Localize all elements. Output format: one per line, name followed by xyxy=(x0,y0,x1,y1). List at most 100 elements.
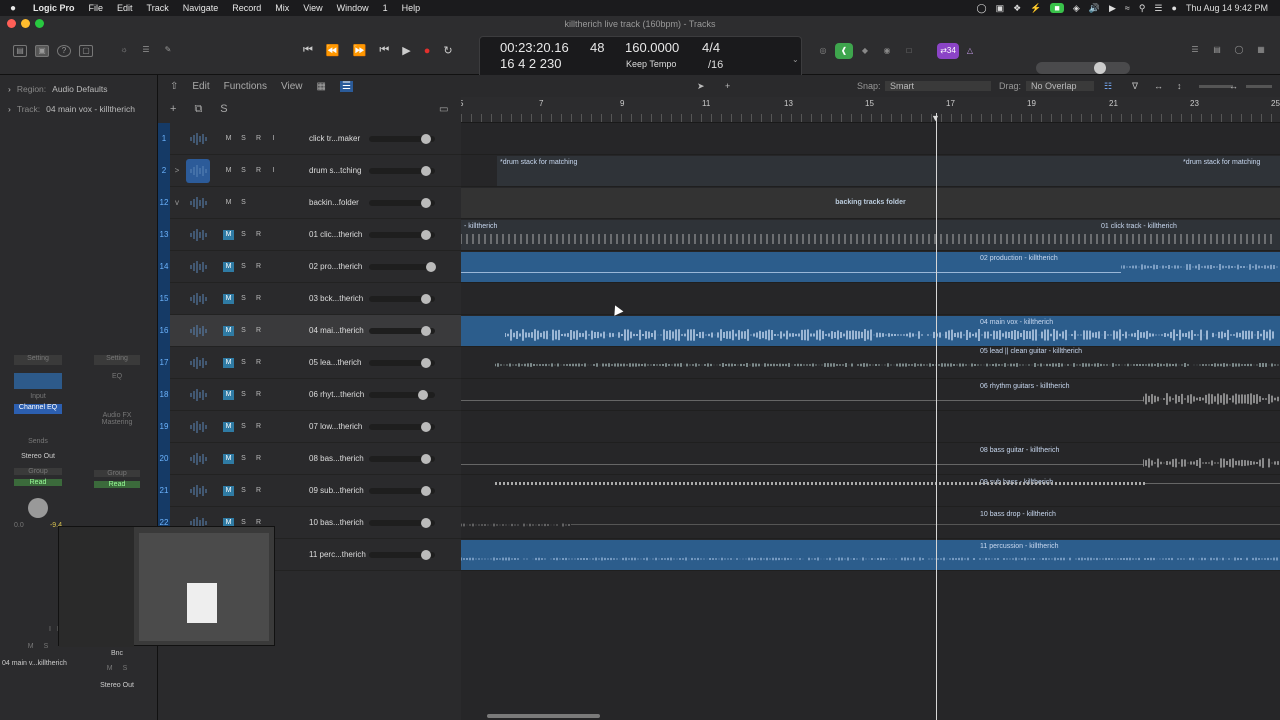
functions-menu[interactable]: Functions xyxy=(224,81,267,92)
menu-record[interactable]: Record xyxy=(225,3,268,13)
eq-thumbnail[interactable] xyxy=(14,373,62,389)
slider-knob[interactable] xyxy=(421,518,431,528)
mute-button[interactable]: M xyxy=(223,485,234,496)
track-name[interactable]: 05 lea...therich xyxy=(309,358,377,367)
output-slot[interactable]: Stereo Out xyxy=(14,453,62,460)
up-arrow-icon[interactable]: ⇧ xyxy=(170,81,178,92)
horizontal-zoom-icon[interactable]: ↔ xyxy=(1229,81,1238,91)
track-row[interactable]: 2 > M S R Idrum s...tching xyxy=(158,154,461,187)
library-icon[interactable]: ▤ xyxy=(13,45,27,57)
audio-region[interactable]: 04 main vox - killtherich xyxy=(461,316,1280,346)
secondary-tool-icon[interactable]: + xyxy=(725,81,730,91)
track-name[interactable]: 08 bas...therich xyxy=(309,454,377,463)
bounce-button[interactable]: Bnc xyxy=(94,650,140,657)
track-lane[interactable] xyxy=(461,283,1280,315)
track-lane[interactable]: *drum stack for matching *drum stack for … xyxy=(461,155,1280,187)
track-lane[interactable]: 11 percussion - killtherich xyxy=(461,539,1280,571)
help-icon[interactable]: ? xyxy=(57,45,71,57)
editors-icon[interactable]: ✎ xyxy=(161,45,175,57)
record-icon[interactable]: ● xyxy=(424,45,431,57)
track-name[interactable]: 09 sub...therich xyxy=(309,486,377,495)
rewind-icon[interactable]: ⏪ xyxy=(326,44,340,57)
volume-slider[interactable] xyxy=(369,550,435,560)
solo-button[interactable]: S xyxy=(238,326,249,336)
volume-slider[interactable] xyxy=(369,166,435,176)
input-monitor-button[interactable]: I xyxy=(49,626,51,633)
record-enable-button[interactable]: R xyxy=(253,454,264,464)
chevron-right-icon[interactable]: › xyxy=(8,104,11,114)
track-row[interactable]: 21 M S R 09 sub...therich xyxy=(158,474,461,507)
slider-knob[interactable] xyxy=(418,390,428,400)
track-row[interactable]: 16 M S R 04 mai...therich xyxy=(158,314,461,347)
cycle-icon[interactable]: ↻ xyxy=(443,44,452,57)
audio-region[interactable]: *drum stack for matching *drum stack for … xyxy=(497,156,1280,186)
volume-slider[interactable] xyxy=(369,518,435,528)
input-monitor-button[interactable]: I xyxy=(268,166,279,176)
group-slot[interactable]: Group xyxy=(94,470,140,477)
volume-slider[interactable] xyxy=(369,422,435,432)
volume-slider[interactable] xyxy=(369,454,435,464)
volume-slider[interactable] xyxy=(369,486,435,496)
track-row[interactable]: 17 M S R 05 lea...therich xyxy=(158,346,461,379)
solo-button[interactable]: S xyxy=(238,198,249,208)
mute-button[interactable]: M xyxy=(107,665,113,672)
track-lane[interactable]: 10 bass drop - killtherich xyxy=(461,507,1280,539)
status-icon[interactable]: ▣ xyxy=(996,3,1005,14)
status-icon[interactable]: ⚡ xyxy=(1030,3,1041,14)
count-in-icon[interactable]: ◉ xyxy=(880,43,894,59)
track-name[interactable]: 01 clic...therich xyxy=(309,230,377,239)
horizontal-zoom-slider[interactable] xyxy=(1246,85,1272,88)
setting-button[interactable]: Setting xyxy=(14,355,62,365)
mute-button[interactable]: M xyxy=(223,357,234,368)
mute-button[interactable]: M xyxy=(223,325,234,336)
solo-button[interactable]: S xyxy=(238,262,249,272)
chevron-down-icon[interactable]: ⌄ xyxy=(792,55,799,64)
menu-navigate[interactable]: Navigate xyxy=(176,3,226,13)
slider-knob[interactable] xyxy=(421,454,431,464)
metronome-icon[interactable]: ◆ xyxy=(858,43,872,59)
clock[interactable]: Thu Aug 14 9:42 PM xyxy=(1186,3,1268,13)
duplicate-track-icon[interactable]: ⧉ xyxy=(194,103,202,116)
view-menu[interactable]: View xyxy=(281,81,303,92)
plugin-slot-mastering[interactable]: Mastering xyxy=(94,419,140,426)
solo-button[interactable]: S xyxy=(238,230,249,240)
track-row[interactable]: 14 M S R 02 pro...therich xyxy=(158,250,461,283)
disclosure-icon[interactable]: v xyxy=(170,198,184,207)
volume-icon[interactable]: 🔊 xyxy=(1089,3,1100,14)
track-lane[interactable]: 06 rhythm guitars - killtherich xyxy=(461,379,1280,411)
list-editors-icon[interactable]: ◎ xyxy=(816,43,830,59)
menu-mix[interactable]: Mix xyxy=(268,3,296,13)
audio-region[interactable]: 06 rhythm guitars - killtherich xyxy=(461,380,1280,410)
volume-slider[interactable] xyxy=(369,390,435,400)
record-enable-button[interactable]: R xyxy=(253,422,264,432)
mute-button[interactable]: M xyxy=(223,198,234,208)
region-inspector-row[interactable]: › Region: Audio Defaults xyxy=(0,79,157,99)
collapse-icon[interactable]: ▭ xyxy=(439,104,448,115)
status-icon[interactable]: ◯ xyxy=(976,3,986,14)
count-badge[interactable]: ⇄34 xyxy=(937,43,959,59)
record-enable-button[interactable]: R xyxy=(253,294,264,304)
folder-region[interactable]: backing tracks folder xyxy=(461,188,1280,218)
menu-view[interactable]: View xyxy=(296,3,329,13)
record-enable-button[interactable]: R xyxy=(253,326,264,336)
solo-button[interactable]: S xyxy=(238,422,249,432)
playhead[interactable] xyxy=(936,113,937,720)
track-row[interactable]: 18 M S R 06 rhyt...therich xyxy=(158,378,461,411)
menu-edit[interactable]: Edit xyxy=(110,3,140,13)
playhead-marker-icon[interactable]: ▼ xyxy=(931,113,940,123)
track-row[interactable]: 19 M S R 07 low...therich xyxy=(158,410,461,443)
zoom-icon[interactable]: ☷ xyxy=(1104,81,1112,92)
vertical-zoom-icon[interactable]: ↕ xyxy=(1177,81,1182,91)
slider-knob[interactable] xyxy=(421,422,431,432)
status-icon[interactable]: ▶ xyxy=(1109,3,1116,14)
record-enable-button[interactable]: R xyxy=(253,230,264,240)
slider-knob[interactable] xyxy=(421,294,431,304)
track-name[interactable]: 06 rhyt...therich xyxy=(309,390,377,399)
disclosure-icon[interactable]: > xyxy=(170,166,184,175)
dropbox-icon[interactable]: ❖ xyxy=(1013,3,1021,14)
track-name[interactable]: 03 bck...therich xyxy=(309,294,377,303)
record-enable-button[interactable]: R xyxy=(253,358,264,368)
arrange-area[interactable]: ➤ + Snap: Smart Drag: No Overlap ☷ ∇ ↔ ↕… xyxy=(461,75,1280,720)
add-track-icon[interactable]: + xyxy=(170,103,176,116)
solo-button[interactable]: S xyxy=(238,166,249,176)
